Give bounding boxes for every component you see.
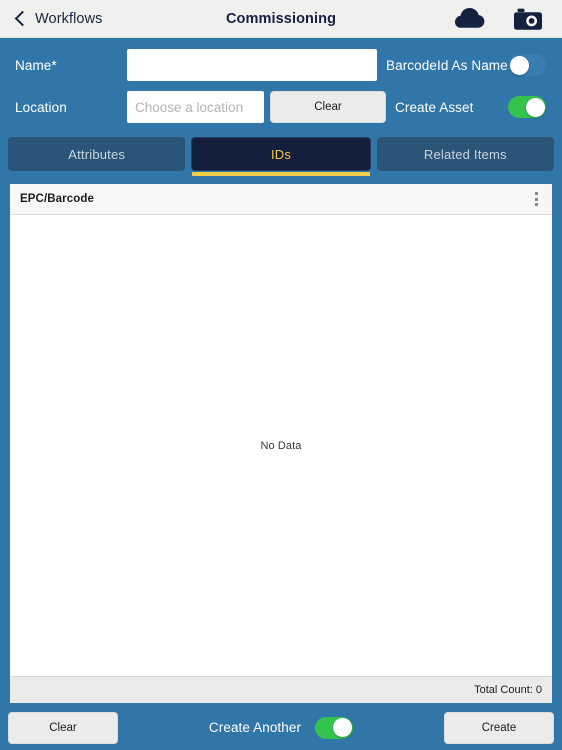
panel-body: No Data [10, 215, 552, 676]
tab-ids[interactable]: IDs [191, 137, 371, 176]
toggle-knob [509, 55, 529, 75]
toggle-knob [525, 97, 545, 117]
tab-related-items[interactable]: Related Items [376, 137, 554, 171]
name-label: Name* [15, 57, 57, 73]
tab-label: Attributes [68, 146, 126, 162]
create-asset-control: Create Asset [395, 96, 562, 118]
kebab-dot [534, 192, 538, 195]
epc-barcode-panel: EPC/Barcode No Data Total Count: 0 [8, 182, 554, 705]
tab-bar: Attributes IDs Related Items [0, 136, 562, 176]
kebab-dot [534, 203, 538, 206]
navbar-icon-group [455, 8, 562, 30]
cloud-icon[interactable] [455, 8, 485, 29]
total-count-label: Total Count: 0 [474, 684, 542, 696]
bottom-action-bar: Clear Create Another Create [0, 705, 562, 750]
create-another-control: Create Another [118, 716, 444, 739]
location-clear-button[interactable]: Clear [270, 91, 386, 123]
top-navigation-bar: Workflows Commissioning [0, 0, 562, 38]
create-another-toggle[interactable] [315, 716, 354, 739]
panel-title: EPC/Barcode [20, 193, 94, 205]
create-another-label: Create Another [208, 720, 302, 735]
tab-label: Related Items [423, 146, 507, 162]
tab-attributes[interactable]: Attributes [8, 137, 186, 171]
clear-button[interactable]: Clear [8, 711, 118, 744]
panel-footer: Total Count: 0 [10, 676, 552, 703]
tab-active-underline [192, 172, 370, 176]
name-input[interactable] [127, 49, 377, 81]
panel-header: EPC/Barcode [10, 184, 552, 215]
app-root: Workflows Commissioning Name* BarcodeId … [0, 0, 562, 750]
content-area: EPC/Barcode No Data Total Count: 0 [0, 171, 562, 705]
tab-label: IDs [270, 146, 292, 162]
barcode-as-name-toggle[interactable] [508, 54, 546, 76]
kebab-menu-icon[interactable] [526, 188, 546, 210]
barcode-as-name-label: BarcodeId As Name [386, 57, 508, 73]
create-asset-toggle[interactable] [508, 96, 546, 118]
chevron-left-icon [14, 10, 31, 26]
commissioning-form: Name* BarcodeId As Name Location Clear C… [0, 38, 562, 136]
back-button[interactable]: Workflows [0, 10, 103, 27]
location-input[interactable] [127, 91, 264, 123]
location-row: Location Clear Create Asset [0, 88, 562, 126]
back-button-label: Workflows [35, 10, 103, 27]
empty-state-message: No Data [260, 439, 302, 452]
camera-icon[interactable] [514, 8, 542, 30]
create-button[interactable]: Create [444, 711, 554, 744]
kebab-dot [534, 197, 538, 201]
create-asset-label: Create Asset [395, 99, 474, 115]
toggle-knob [332, 718, 352, 737]
barcode-as-name-control: BarcodeId As Name [386, 54, 562, 76]
location-label: Location [15, 99, 67, 115]
name-row: Name* BarcodeId As Name [0, 46, 562, 84]
